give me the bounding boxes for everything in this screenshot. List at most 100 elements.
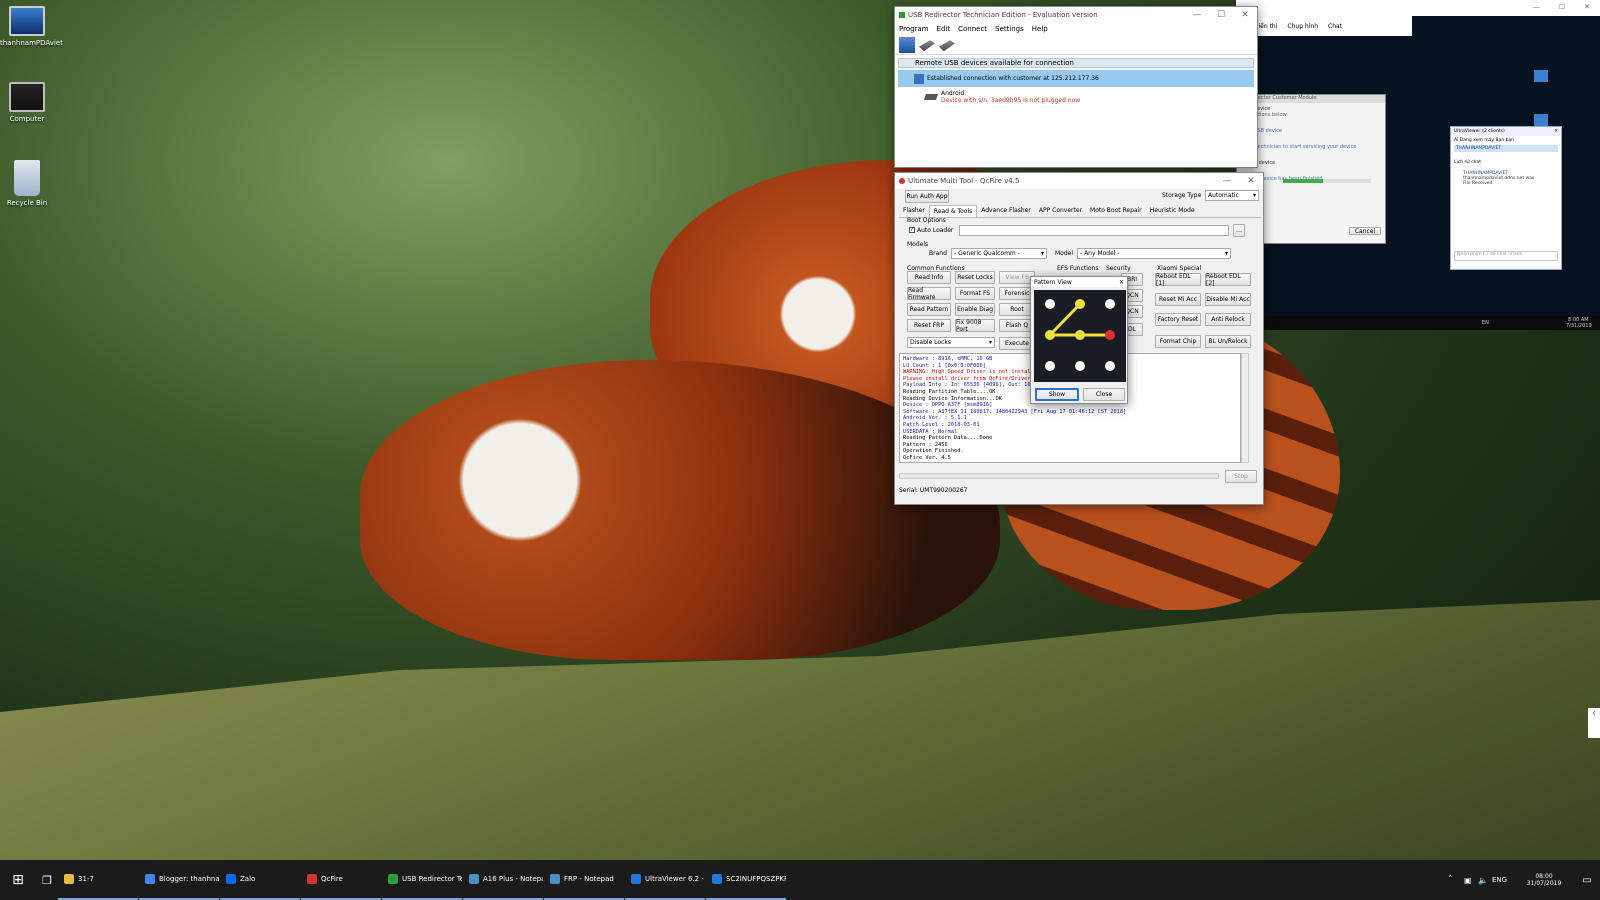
menu-help[interactable]: Help bbox=[1032, 25, 1048, 33]
taskbar-item-label: 31-7 bbox=[78, 875, 94, 883]
notifications-icon[interactable]: ▭ bbox=[1574, 875, 1600, 886]
taskbar-item[interactable]: QcFire bbox=[301, 860, 381, 900]
read-info-button[interactable]: Read Info bbox=[907, 271, 951, 284]
maximize-icon[interactable]: ☐ bbox=[1559, 3, 1565, 11]
ultraviewer-client[interactable]: THANHNAMPDAVIET bbox=[1454, 145, 1558, 152]
close-icon[interactable]: ✕ bbox=[1554, 129, 1558, 134]
enable-diag-button[interactable]: Enable Diag bbox=[955, 303, 995, 316]
minimize-icon[interactable]: — bbox=[1533, 3, 1540, 11]
taskbar-item[interactable]: USB Redirector Tec... bbox=[382, 860, 462, 900]
pattern-title: Pattern View bbox=[1034, 278, 1072, 286]
connect-server-icon[interactable] bbox=[899, 37, 915, 53]
close-icon[interactable]: ✕ bbox=[1233, 10, 1257, 20]
reset-frp-button[interactable]: Reset FRP bbox=[907, 319, 951, 332]
remote-desktop-icon[interactable] bbox=[1534, 114, 1548, 126]
reboot-edl-2-button[interactable]: Reboot EDL [2] bbox=[1205, 273, 1251, 287]
boot-options-label: Boot Options bbox=[907, 217, 946, 224]
volume-icon[interactable]: 🔈 bbox=[1478, 876, 1492, 885]
minimize-icon[interactable]: — bbox=[1185, 10, 1209, 20]
desktop-icon-thanhnampdaviet[interactable]: thanhnamPDAviet bbox=[0, 6, 63, 47]
xiaomi-special-label: Xiaomi Special bbox=[1157, 265, 1202, 272]
auto-loader-checkbox[interactable]: ✓ Auto Loader bbox=[909, 227, 953, 234]
bl-un-relock-button[interactable]: BL Un/Relock bbox=[1205, 335, 1251, 348]
tray-chevron-icon[interactable]: ˄ bbox=[1448, 875, 1464, 885]
network-icon[interactable]: ▣ bbox=[1464, 876, 1478, 885]
browse-button[interactable]: … bbox=[1233, 224, 1245, 237]
read-pattern-button[interactable]: Read Pattern bbox=[907, 303, 951, 316]
brand-select[interactable]: - Generic Qualcomm - bbox=[951, 248, 1047, 259]
usb-toolbar bbox=[895, 35, 1257, 55]
remote-session-window[interactable]: — ☐ ✕ Hiển thị Chụp hình Chat Redirector… bbox=[1236, 0, 1600, 330]
taskbar-item-label: USB Redirector Tec... bbox=[402, 875, 462, 883]
side-panel-toggle[interactable]: ‹ bbox=[1588, 708, 1600, 738]
desktop-icon-recycle-bin[interactable]: Recycle Bin bbox=[0, 160, 54, 207]
taskbar-item[interactable]: FRP - Notepad bbox=[544, 860, 624, 900]
usb-unplug-icon[interactable] bbox=[939, 40, 955, 52]
stop-button[interactable]: Stop bbox=[1225, 470, 1257, 483]
remote-toolbar-screenshot[interactable]: Chụp hình bbox=[1287, 23, 1318, 30]
tab-heuristic-mode[interactable]: Heuristic Mode bbox=[1146, 205, 1199, 217]
format-chip-button[interactable]: Format Chip bbox=[1155, 335, 1201, 348]
log-scrollbar[interactable] bbox=[1241, 353, 1249, 463]
maximize-icon[interactable]: ☐ bbox=[1209, 10, 1233, 20]
menu-program[interactable]: Program bbox=[899, 25, 929, 33]
reset-mi-acc-button[interactable]: Reset Mi Acc bbox=[1155, 293, 1201, 306]
model-select[interactable]: - Any Model - bbox=[1077, 248, 1231, 259]
desktop-icon-computer[interactable]: Computer bbox=[0, 82, 54, 123]
disable-locks-select[interactable]: Disable Locks bbox=[907, 337, 995, 348]
close-icon[interactable]: ✕ bbox=[1239, 176, 1263, 186]
taskbar-item[interactable]: Blogger: thanhnam... bbox=[139, 860, 219, 900]
remote-taskbar: EN 8:00 AM 7/31/2019 bbox=[1236, 316, 1600, 330]
format-fs-button[interactable]: Format FS bbox=[955, 287, 995, 300]
menu-connect[interactable]: Connect bbox=[958, 25, 987, 33]
taskbar-item[interactable]: UltraViewer 6.2 - Fr... bbox=[625, 860, 705, 900]
pattern-view-dialog[interactable]: Pattern View ✕ Show Close bbox=[1030, 276, 1128, 404]
clock[interactable]: 08:00 31/07/2019 bbox=[1514, 873, 1574, 887]
customer-module-step: g the technician to start servicing your… bbox=[1241, 144, 1357, 150]
clock-time: 08:00 bbox=[1535, 873, 1553, 880]
remote-toolbar-chat[interactable]: Chat bbox=[1328, 23, 1342, 30]
cancel-button[interactable]: Cancel bbox=[1349, 227, 1381, 235]
ultraviewer-chat-panel[interactable]: UltraViewer (2 clients) ✕ Ai Đang xem má… bbox=[1450, 126, 1562, 270]
usb-plug-icon[interactable] bbox=[919, 40, 935, 52]
reset-locks-button[interactable]: Reset Locks bbox=[955, 271, 995, 284]
storage-type-select[interactable]: Automatic bbox=[1205, 190, 1259, 201]
menu-settings[interactable]: Settings bbox=[995, 25, 1024, 33]
close-icon[interactable]: ✕ bbox=[1119, 279, 1124, 286]
anti-relock-button[interactable]: Anti Relock bbox=[1205, 313, 1251, 326]
taskbar-item[interactable]: SC2INUFPQSZPKFC... bbox=[706, 860, 786, 900]
connection-row[interactable]: Established connection with customer at … bbox=[898, 70, 1254, 87]
language-indicator[interactable]: ENG bbox=[1492, 876, 1514, 884]
disable-mi-acc-button[interactable]: Disable Mi Acc bbox=[1205, 293, 1251, 306]
tab-remote-devices[interactable]: Remote USB devices available for connect… bbox=[898, 58, 1254, 68]
device-row[interactable]: Android Device with s/n: 3aed9b95 is not… bbox=[923, 90, 1254, 104]
taskbar-item[interactable]: A16 Plus - Notepad bbox=[463, 860, 543, 900]
close-icon[interactable]: ✕ bbox=[1584, 3, 1590, 11]
log-line: Software : A37fEX_11_180817, 1480422943 … bbox=[903, 408, 1127, 415]
remote-desktop-icon[interactable] bbox=[1534, 70, 1548, 82]
taskbar-item[interactable]: 31-7 bbox=[58, 860, 138, 900]
run-auth-app-button[interactable]: Run Auth App bbox=[905, 190, 949, 203]
factory-reset-button[interactable]: Factory Reset bbox=[1155, 313, 1201, 326]
fix-9008-port-button[interactable]: Fix 9008 Port bbox=[955, 319, 995, 333]
tab-advance-flasher[interactable]: Advance Flasher bbox=[977, 205, 1035, 217]
ultraviewer-chat-input[interactable]: Nhấn phím F1 để chat nhanh bbox=[1454, 251, 1558, 261]
read-firmware-button[interactable]: Read Firmware bbox=[907, 287, 951, 301]
taskbar-item[interactable]: Zalo bbox=[220, 860, 300, 900]
start-windows-icon[interactable]: ⊞ bbox=[0, 872, 36, 888]
computer-icon bbox=[9, 82, 45, 112]
usb-redirector-window[interactable]: USB Redirector Technician Edition - Eval… bbox=[894, 6, 1258, 168]
menu-edit[interactable]: Edit bbox=[937, 25, 951, 33]
log-line: Operation Finished. bbox=[903, 448, 964, 455]
loader-path-input[interactable] bbox=[959, 225, 1229, 236]
tab-app-converter[interactable]: APP Converter bbox=[1035, 205, 1086, 217]
customer-module-step: g your device bbox=[1241, 160, 1276, 166]
minimize-icon[interactable]: — bbox=[1215, 176, 1239, 186]
task-view-icon[interactable]: ❐ bbox=[36, 874, 58, 887]
tab-flasher[interactable]: Flasher bbox=[899, 205, 929, 217]
tab-moto-boot-repair[interactable]: Moto Boot Repair bbox=[1086, 205, 1146, 217]
reboot-edl-1-button[interactable]: Reboot EDL [1] bbox=[1155, 273, 1201, 287]
close-button[interactable]: Close bbox=[1083, 388, 1125, 401]
tab-read-tools[interactable]: Read & Tools bbox=[928, 205, 978, 217]
show-button[interactable]: Show bbox=[1035, 388, 1079, 401]
